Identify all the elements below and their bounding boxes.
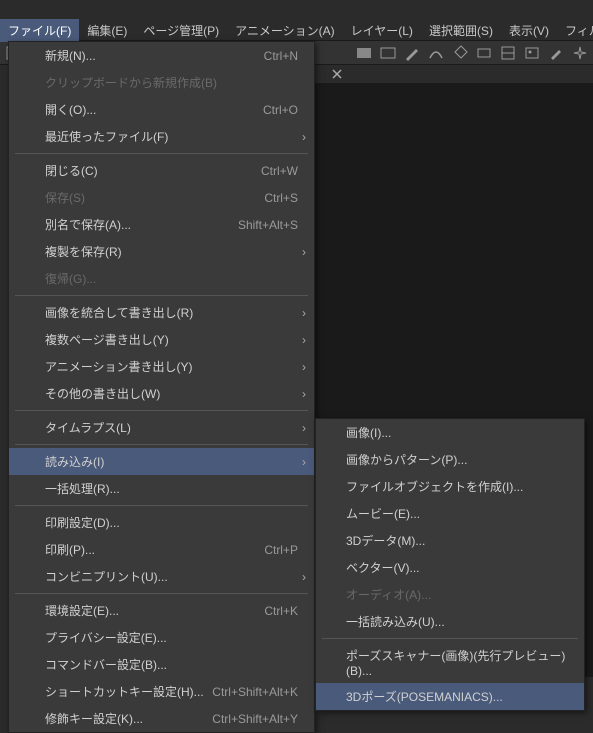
- chevron-right-icon: ›: [302, 333, 306, 347]
- chevron-right-icon: ›: [302, 455, 306, 469]
- separator: [322, 638, 578, 639]
- menu-commandbar[interactable]: コマンドバー設定(B)...: [9, 651, 314, 678]
- menu-print[interactable]: 印刷(P)... Ctrl+P: [9, 536, 314, 563]
- menu-edit[interactable]: 編集(E): [79, 19, 135, 42]
- submenu-vector[interactable]: ベクター(V)...: [316, 554, 584, 581]
- sparkle-icon[interactable]: [569, 42, 591, 64]
- menu-revert: 復帰(G)...: [9, 265, 314, 292]
- separator: [15, 295, 308, 296]
- menu-export-multi[interactable]: 複数ページ書き出し(Y) ›: [9, 326, 314, 353]
- separator: [15, 153, 308, 154]
- menu-save-dup[interactable]: 複製を保存(R) ›: [9, 238, 314, 265]
- menu-selection[interactable]: 選択範囲(S): [421, 19, 501, 42]
- chevron-right-icon: ›: [302, 360, 306, 374]
- chevron-right-icon: ›: [302, 421, 306, 435]
- menu-import[interactable]: 読み込み(I) ›: [9, 448, 314, 475]
- menu-shortcut[interactable]: ショートカットキー設定(H)... Ctrl+Shift+Alt+K: [9, 678, 314, 705]
- pen-icon[interactable]: [401, 42, 423, 64]
- menu-export-other[interactable]: その他の書き出し(W) ›: [9, 380, 314, 407]
- menu-clipboard-new: クリップボードから新規作成(B): [9, 69, 314, 96]
- file-dropdown: 新規(N)... Ctrl+N クリップボードから新規作成(B) 開く(O)..…: [8, 41, 315, 733]
- edit-pen-icon[interactable]: [545, 42, 567, 64]
- submenu-audio: オーディオ(A)...: [316, 581, 584, 608]
- menu-new[interactable]: 新規(N)... Ctrl+N: [9, 42, 314, 69]
- menu-export-merged[interactable]: 画像を統合して書き出し(R) ›: [9, 299, 314, 326]
- menu-modifier[interactable]: 修飾キー設定(K)... Ctrl+Shift+Alt+Y: [9, 705, 314, 732]
- menu-batch[interactable]: 一括処理(R)...: [9, 475, 314, 502]
- submenu-batch-import[interactable]: 一括読み込み(U)...: [316, 608, 584, 635]
- chevron-right-icon: ›: [302, 306, 306, 320]
- chevron-right-icon: ›: [302, 570, 306, 584]
- separator: [15, 410, 308, 411]
- submenu-pattern[interactable]: 画像からパターン(P)...: [316, 446, 584, 473]
- menubar: ファイル(F) 編集(E) ページ管理(P) アニメーション(A) レイヤー(L…: [0, 20, 593, 41]
- separator: [15, 444, 308, 445]
- menu-privacy[interactable]: プライバシー設定(E)...: [9, 624, 314, 651]
- menu-open[interactable]: 開く(O)... Ctrl+O: [9, 96, 314, 123]
- chevron-right-icon: ›: [302, 387, 306, 401]
- separator: [15, 505, 308, 506]
- menu-filter[interactable]: フィルター(I): [557, 19, 593, 42]
- gradient-icon[interactable]: [353, 42, 375, 64]
- rect2-icon[interactable]: [497, 42, 519, 64]
- menu-close[interactable]: 閉じる(C) Ctrl+W: [9, 157, 314, 184]
- menu-file[interactable]: ファイル(F): [0, 19, 79, 42]
- menu-animation[interactable]: アニメーション(A): [227, 19, 343, 42]
- menu-layer[interactable]: レイヤー(L): [343, 19, 421, 42]
- menu-env-settings[interactable]: 環境設定(E)... Ctrl+K: [9, 597, 314, 624]
- menu-save-as[interactable]: 別名で保存(A)... Shift+Alt+S: [9, 211, 314, 238]
- submenu-3d-pose[interactable]: 3Dポーズ(POSEMANIACS)...: [316, 683, 584, 710]
- contour-icon[interactable]: [377, 42, 399, 64]
- chevron-right-icon: ›: [302, 245, 306, 259]
- import-submenu: 画像(I)... 画像からパターン(P)... ファイルオブジェクトを作成(I)…: [315, 418, 585, 711]
- image-icon[interactable]: [521, 42, 543, 64]
- bucket-icon[interactable]: [449, 42, 471, 64]
- submenu-3d-data[interactable]: 3Dデータ(M)...: [316, 527, 584, 554]
- menu-convenience-print[interactable]: コンビニプリント(U)... ›: [9, 563, 314, 590]
- menu-page[interactable]: ページ管理(P): [135, 19, 227, 42]
- rect-icon[interactable]: [473, 42, 495, 64]
- menu-print-setup[interactable]: 印刷設定(D)...: [9, 509, 314, 536]
- tab-close-icon[interactable]: [330, 67, 344, 81]
- submenu-movie[interactable]: ムービー(E)...: [316, 500, 584, 527]
- menu-new-label: 新規(N)...: [45, 47, 264, 64]
- submenu-image[interactable]: 画像(I)...: [316, 419, 584, 446]
- separator: [15, 593, 308, 594]
- submenu-file-object[interactable]: ファイルオブジェクトを作成(I)...: [316, 473, 584, 500]
- menu-save: 保存(S) Ctrl+S: [9, 184, 314, 211]
- menu-export-anim[interactable]: アニメーション書き出し(Y) ›: [9, 353, 314, 380]
- menu-view[interactable]: 表示(V): [501, 19, 557, 42]
- chevron-right-icon: ›: [302, 130, 306, 144]
- menu-recent[interactable]: 最近使ったファイル(F) ›: [9, 123, 314, 150]
- curve-icon[interactable]: [425, 42, 447, 64]
- menu-new-shortcut: Ctrl+N: [264, 49, 298, 63]
- menu-timelapse[interactable]: タイムラプス(L) ›: [9, 414, 314, 441]
